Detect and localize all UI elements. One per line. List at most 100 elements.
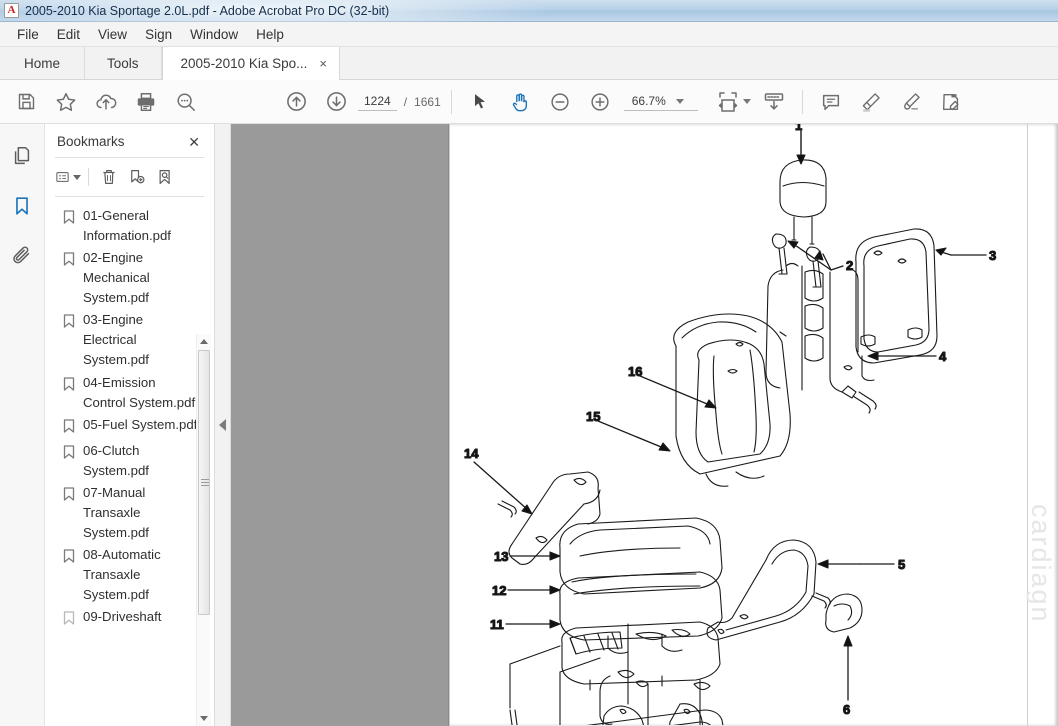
acrobat-icon: A bbox=[4, 3, 19, 18]
scrollbar-thumb[interactable] bbox=[198, 350, 210, 615]
bookmark-icon bbox=[63, 611, 75, 631]
pdf-page[interactable]: cardiagn 1 2 3 4 16 15 14 13 12 11 5 6 bbox=[449, 124, 1058, 726]
list-item[interactable]: 05-Fuel System.pdf bbox=[45, 414, 214, 440]
list-item[interactable]: 04-Emission Control System.pdf bbox=[45, 372, 214, 414]
menu-help[interactable]: Help bbox=[247, 25, 293, 44]
page-up-icon[interactable] bbox=[276, 82, 316, 122]
main-toolbar: 1224 / 1661 66.7% bbox=[0, 80, 1058, 124]
scroll-up-button[interactable] bbox=[197, 334, 211, 349]
close-icon[interactable]: ✕ bbox=[186, 135, 202, 149]
list-item-label: 05-Fuel System.pdf bbox=[83, 416, 198, 432]
save-icon[interactable] bbox=[6, 82, 46, 122]
svg-text:4: 4 bbox=[939, 349, 947, 364]
bookmark-icon bbox=[63, 314, 75, 334]
list-item[interactable]: 03-Engine Electrical System.pdf bbox=[45, 309, 214, 371]
svg-text:16: 16 bbox=[628, 364, 642, 379]
list-item[interactable]: 08-Automatic Transaxle System.pdf bbox=[45, 544, 214, 606]
scroll-down-button[interactable] bbox=[197, 711, 211, 726]
hand-icon[interactable] bbox=[500, 82, 540, 122]
tab-document[interactable]: 2005-2010 Kia Spo... × bbox=[161, 47, 340, 80]
bookmarks-list[interactable]: 01-General Information.pdf 02-Engine Mec… bbox=[45, 197, 214, 726]
star-icon[interactable] bbox=[46, 82, 86, 122]
zoom-out-icon[interactable] bbox=[540, 82, 580, 122]
page-down-icon[interactable] bbox=[316, 82, 356, 122]
svg-text:6: 6 bbox=[843, 702, 850, 717]
bookmark-options-icon[interactable] bbox=[55, 164, 81, 190]
navigation-rail bbox=[0, 124, 45, 726]
page-thumbnails-icon[interactable] bbox=[6, 140, 38, 172]
list-item[interactable]: 02-Engine Mechanical System.pdf bbox=[45, 247, 214, 309]
page-total: 1661 bbox=[414, 94, 441, 109]
find-bookmark-icon[interactable] bbox=[152, 164, 178, 190]
attachments-icon[interactable] bbox=[6, 240, 38, 272]
page-number-input[interactable]: 1224 bbox=[358, 92, 397, 111]
panel-splitter[interactable] bbox=[215, 124, 231, 726]
bookmark-icon bbox=[63, 444, 75, 465]
bookmark-icon bbox=[63, 549, 75, 569]
tab-bar: Home Tools 2005-2010 Kia Spo... × bbox=[0, 47, 1058, 80]
zoom-value: 66.7% bbox=[631, 94, 666, 108]
acrobat-window: A 2005-2010 Kia Sportage 2.0L.pdf - Adob… bbox=[0, 0, 1058, 726]
fit-page-icon[interactable] bbox=[714, 82, 754, 122]
comment-icon[interactable] bbox=[811, 82, 851, 122]
new-bookmark-icon[interactable] bbox=[124, 164, 150, 190]
chevron-down-icon[interactable] bbox=[675, 98, 684, 104]
print-icon[interactable] bbox=[126, 82, 166, 122]
list-item[interactable]: 01-General Information.pdf bbox=[45, 205, 214, 247]
seat-exploded-diagram: 1 2 3 4 16 15 14 13 12 11 5 6 bbox=[463, 124, 997, 725]
tab-home[interactable]: Home bbox=[0, 47, 86, 79]
bookmarks-toolbar bbox=[45, 158, 214, 196]
list-item[interactable]: 07-Manual Transaxle System.pdf bbox=[45, 482, 214, 544]
zoom-in-icon[interactable] bbox=[580, 82, 620, 122]
bookmark-icon bbox=[63, 210, 75, 230]
list-item[interactable]: 09-Driveshaft bbox=[45, 606, 214, 632]
page-separator: / bbox=[403, 94, 408, 109]
collapse-panel-icon[interactable] bbox=[219, 419, 226, 431]
bookmarks-panel: Bookmarks ✕ 01-General Information.pdf 0… bbox=[45, 124, 215, 726]
document-viewport[interactable]: cardiagn 1 2 3 4 16 15 14 13 12 11 5 6 bbox=[231, 124, 1058, 726]
svg-text:1: 1 bbox=[795, 124, 802, 133]
svg-text:11: 11 bbox=[490, 617, 504, 632]
menu-edit[interactable]: Edit bbox=[48, 25, 89, 44]
list-item-label: 07-Manual Transaxle System.pdf bbox=[83, 484, 149, 540]
menu-file[interactable]: File bbox=[8, 25, 48, 44]
menu-sign[interactable]: Sign bbox=[136, 25, 181, 44]
zoom-search-icon[interactable] bbox=[166, 82, 206, 122]
viewport-background bbox=[231, 124, 449, 726]
scroll-mode-icon[interactable] bbox=[754, 82, 794, 122]
select-cursor-icon[interactable] bbox=[460, 82, 500, 122]
bookmarks-title: Bookmarks bbox=[57, 134, 125, 149]
list-item-label: 04-Emission Control System.pdf bbox=[83, 374, 196, 410]
tab-bar-filler bbox=[339, 47, 1058, 79]
svg-text:12: 12 bbox=[492, 583, 506, 598]
tab-home-label: Home bbox=[24, 55, 61, 71]
bookmarks-scrollbar[interactable] bbox=[196, 334, 211, 726]
list-item-label: 08-Automatic Transaxle System.pdf bbox=[83, 546, 161, 603]
list-item[interactable]: 06-Clutch System.pdf bbox=[45, 440, 214, 482]
list-item-label: 02-Engine Mechanical System.pdf bbox=[83, 250, 150, 306]
window-title: 2005-2010 Kia Sportage 2.0L.pdf - Adobe … bbox=[25, 3, 390, 18]
tab-tools-label: Tools bbox=[107, 55, 139, 71]
menu-view[interactable]: View bbox=[89, 25, 136, 44]
tab-document-label: 2005-2010 Kia Spo... bbox=[180, 56, 308, 71]
svg-text:13: 13 bbox=[494, 549, 508, 564]
close-icon[interactable]: × bbox=[319, 57, 327, 70]
menu-window[interactable]: Window bbox=[181, 25, 247, 44]
bookmarks-icon[interactable] bbox=[6, 190, 38, 222]
bookmarks-header: Bookmarks ✕ bbox=[45, 124, 214, 157]
svg-text:2: 2 bbox=[846, 258, 853, 273]
zoom-level-select[interactable]: 66.7% bbox=[623, 92, 698, 111]
cloud-upload-icon[interactable] bbox=[86, 82, 126, 122]
highlight-icon[interactable] bbox=[851, 82, 891, 122]
delete-bookmark-icon[interactable] bbox=[96, 164, 122, 190]
bookmark-icon bbox=[63, 418, 75, 439]
svg-text:15: 15 bbox=[586, 409, 600, 424]
sign-icon[interactable] bbox=[891, 82, 931, 122]
list-item-label: 09-Driveshaft bbox=[83, 609, 162, 625]
list-item-label: 06-Clutch System.pdf bbox=[83, 442, 149, 478]
page-navigator: 1224 / 1661 bbox=[358, 92, 441, 111]
svg-text:14: 14 bbox=[464, 446, 479, 461]
title-bar: A 2005-2010 Kia Sportage 2.0L.pdf - Adob… bbox=[0, 0, 1058, 22]
edit-pdf-icon[interactable] bbox=[931, 82, 971, 122]
tab-tools[interactable]: Tools bbox=[85, 47, 162, 79]
